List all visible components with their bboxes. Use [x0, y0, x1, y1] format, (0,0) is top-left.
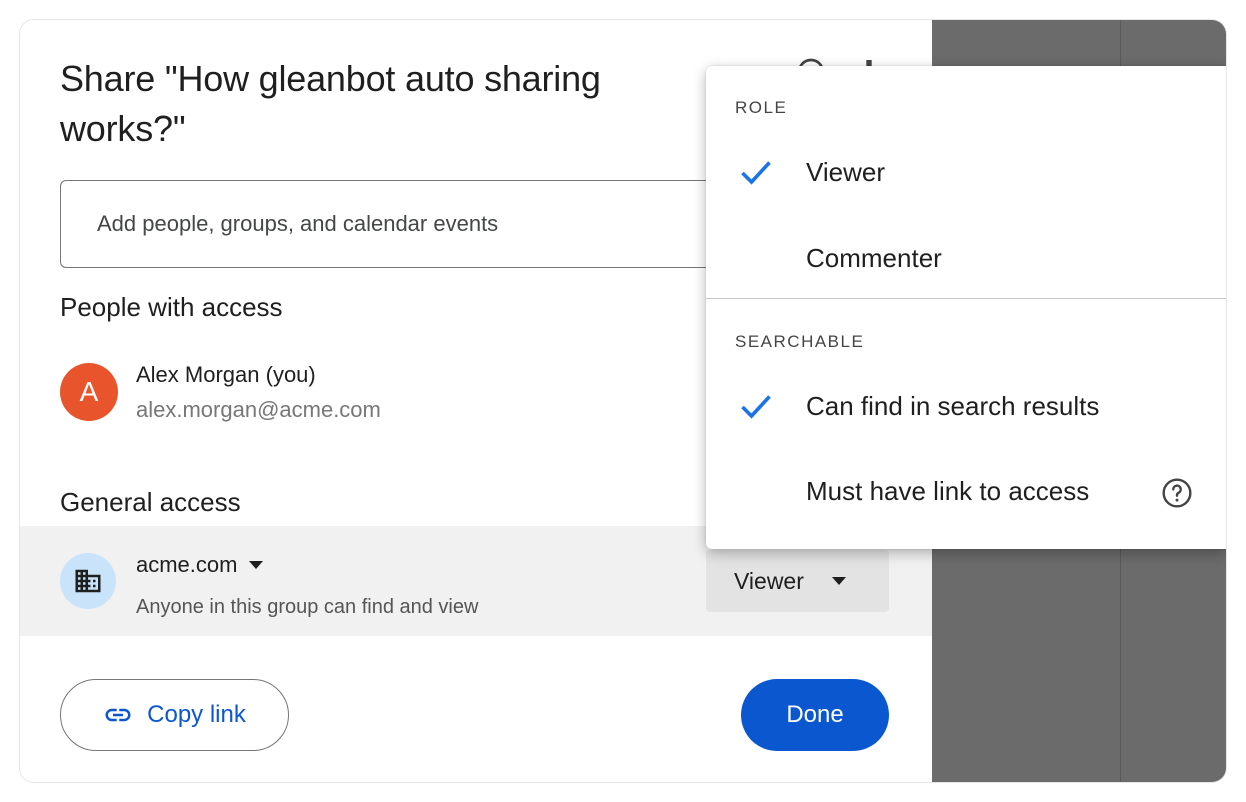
searchable-heading: SEARCHABLE	[735, 332, 865, 351]
menu-item-label: Can find in search results	[806, 390, 1100, 421]
menu-item-label: Commenter	[806, 242, 942, 273]
menu-item-commenter[interactable]: Commenter	[706, 223, 1226, 293]
person-email: alex.morgan@acme.com	[136, 397, 381, 422]
people-with-access-heading: People with access	[60, 292, 283, 322]
domain-name: acme.com	[136, 552, 238, 577]
role-dropdown-button[interactable]: Viewer	[706, 550, 889, 612]
copy-link-button[interactable]: Copy link	[60, 679, 289, 751]
check-icon	[741, 395, 771, 419]
dialog-title: Share "How gleanbot auto sharing works?"	[60, 58, 601, 149]
menu-item-label: Viewer	[806, 156, 886, 187]
role-menu: ROLE Viewer Commenter SEARCHABLE Can fin…	[706, 66, 1226, 549]
domain-dropdown[interactable]: acme.com	[136, 552, 264, 578]
done-button[interactable]: Done	[741, 679, 889, 751]
general-access-description: Anyone in this group can find and view	[136, 596, 479, 618]
menu-item-can-find[interactable]: Can find in search results	[706, 371, 1226, 441]
role-heading: ROLE	[735, 98, 788, 117]
general-access-heading: General access	[60, 487, 241, 517]
share-dialog-window: Share "How gleanbot auto sharing works?"…	[20, 20, 1226, 782]
menu-item-label: Must have link to access	[806, 475, 1090, 506]
check-icon	[741, 161, 771, 185]
link-icon	[105, 708, 131, 722]
help-icon[interactable]	[1161, 477, 1193, 509]
copy-link-label: Copy link	[147, 701, 246, 728]
person-name: Alex Morgan (you)	[136, 362, 316, 387]
menu-item-viewer[interactable]: Viewer	[706, 137, 1226, 207]
caret-down-icon	[249, 561, 264, 569]
avatar: A	[60, 363, 118, 421]
menu-divider	[706, 298, 1226, 299]
building-icon	[60, 553, 116, 609]
menu-item-must-have-link[interactable]: Must have link to access	[706, 456, 1226, 526]
role-label: Viewer	[734, 567, 804, 594]
caret-down-icon	[831, 577, 846, 585]
